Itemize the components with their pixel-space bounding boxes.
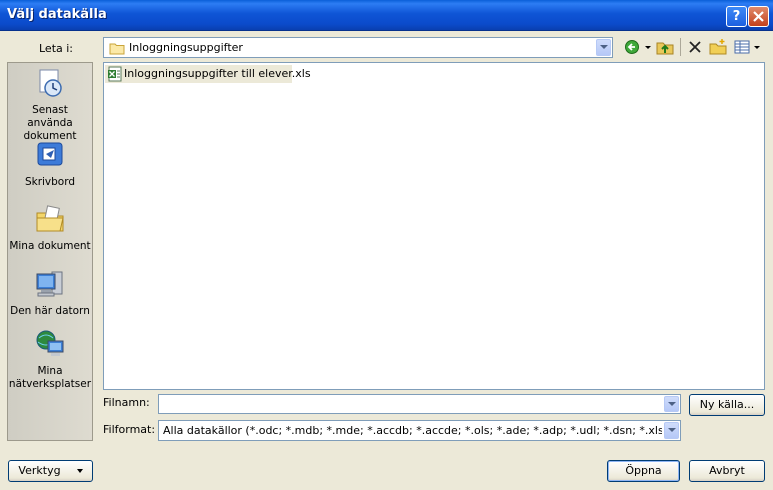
place-label: Senast använda dokument [23, 104, 77, 142]
place-my-computer[interactable]: Den här datorn [8, 268, 92, 318]
place-my-documents[interactable]: Mina dokument [8, 203, 92, 253]
filetype-value: Alla datakällor (*.odc; *.mdb; *.mde; *.… [163, 424, 662, 437]
excel-file-icon [108, 66, 122, 82]
place-desktop[interactable]: Skrivbord [8, 139, 92, 189]
lookin-combo[interactable]: Inloggningsuppgifter [103, 37, 613, 58]
close-button[interactable] [748, 6, 769, 27]
my-documents-icon [36, 205, 64, 232]
desktop-icon [37, 142, 63, 166]
title-bar[interactable]: Välj datakälla ? [0, 0, 773, 31]
place-network-places[interactable]: Mina nätverksplatser [8, 328, 92, 391]
lookin-label: Leta i: [39, 42, 74, 55]
toolbar-separator [680, 38, 681, 56]
dialog-window: Välj datakälla ? Leta i: Inloggningsuppg… [0, 0, 773, 490]
file-list[interactable]: Inloggningsuppgifter till elever.xls [103, 62, 765, 390]
views-dropdown-icon[interactable] [753, 38, 761, 56]
place-label: Mina dokument [9, 240, 91, 252]
filetype-dropdown-button[interactable] [664, 422, 679, 439]
back-icon[interactable] [624, 38, 642, 56]
close-icon [753, 11, 764, 22]
file-item[interactable]: Inloggningsuppgifter till elever.xls [105, 65, 311, 83]
places-bar: Senast använda dokument Skrivbord Mina d… [7, 62, 93, 441]
lookin-value: Inloggningsuppgifter [129, 41, 243, 54]
dialog-title: Välj datakälla [7, 7, 107, 22]
tools-button[interactable]: Verktyg [8, 460, 93, 482]
chevron-down-icon [76, 469, 83, 473]
my-computer-icon [36, 271, 63, 297]
place-label: Skrivbord [24, 176, 76, 188]
folder-icon [109, 43, 125, 55]
views-icon[interactable] [733, 38, 751, 56]
filename-dropdown-button[interactable] [664, 396, 679, 412]
place-recent-documents[interactable]: Senast använda dokument [8, 67, 92, 143]
filetype-combo[interactable]: Alla datakällor (*.odc; *.mdb; *.mde; *.… [158, 420, 681, 441]
open-button[interactable]: Öppna [607, 460, 680, 482]
new-folder-icon[interactable] [709, 38, 727, 56]
new-source-button[interactable]: Ny källa... [689, 394, 765, 416]
place-label: Mina nätverksplatser [8, 365, 92, 390]
filename-label: Filnamn: [103, 396, 150, 409]
place-label: Den här datorn [10, 305, 90, 317]
cancel-button[interactable]: Avbryt [689, 460, 765, 482]
recent-documents-icon [39, 69, 62, 97]
filename-combo[interactable] [158, 394, 681, 414]
file-name: Inloggningsuppgifter till elever.xls [124, 67, 311, 80]
lookin-dropdown-button[interactable] [596, 39, 611, 56]
delete-icon[interactable] [686, 38, 704, 56]
tools-label: Verktyg [18, 464, 61, 477]
filetype-label: Filformat: [103, 423, 156, 436]
back-dropdown-icon[interactable] [644, 38, 652, 56]
help-button[interactable]: ? [726, 6, 747, 27]
up-folder-icon[interactable] [656, 38, 674, 56]
network-places-icon [36, 330, 64, 356]
